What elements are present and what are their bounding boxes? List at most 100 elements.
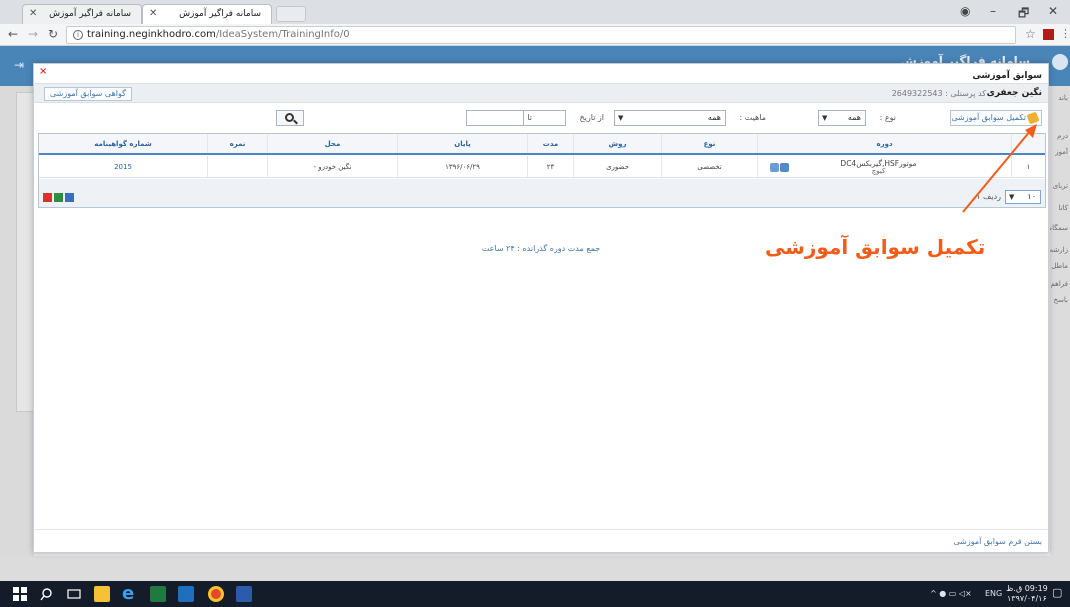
cell-end: ۱۳۹۶/۰۶/۲۹ xyxy=(397,156,527,177)
outlook-icon[interactable] xyxy=(178,586,194,602)
word-export-icon[interactable] xyxy=(65,193,74,202)
close-form-link[interactable]: بستن فرم سوابق آموزشی xyxy=(953,537,1042,546)
url-input[interactable]: i training.neginkhodro.com/IdeaSystem/Tra… xyxy=(66,26,1016,44)
cell-type: تخصصی xyxy=(661,156,757,177)
sidebar-item[interactable]: فراهم xyxy=(1050,280,1068,288)
col-end[interactable]: پایان xyxy=(397,134,527,153)
table-row[interactable]: ۱ موتورHSF,گیربکسDC4 کیوچ تخصصی حضوری ۲۴… xyxy=(39,156,1045,178)
address-bar: ← → ↻ i training.neginkhodro.com/IdeaSyst… xyxy=(0,24,1070,46)
back-icon[interactable]: ← xyxy=(8,27,18,41)
forward-icon[interactable]: → xyxy=(28,27,38,41)
chrome-icon[interactable] xyxy=(208,586,224,602)
sidebar-item[interactable]: آموز xyxy=(1055,148,1068,156)
clock[interactable]: 09:19 ق.ظ ۱۳۹۷/۰۴/۱۶ xyxy=(1006,584,1048,604)
table-pager: ۱۰ ▼ ردیف ۱ xyxy=(38,188,1046,208)
browser-tab-bar: ✕ سامانه فراگیر آموزش ✕ سامانه فراگیر آم… xyxy=(0,0,1070,24)
close-window-button[interactable]: ✕ xyxy=(1048,4,1058,18)
col-method[interactable]: روش xyxy=(573,134,661,153)
page-sidebar: باند درم آموز تربای کاتا سمگاه زارشه ماط… xyxy=(1050,86,1070,556)
type-select-value: همه xyxy=(847,113,861,122)
browser-tab[interactable]: ✕ سامانه فراگیر آموزش xyxy=(22,4,142,24)
annotation-arrow xyxy=(962,124,1037,213)
excel-export-icon[interactable] xyxy=(54,193,63,202)
chevron-down-icon: ▼ xyxy=(822,114,828,122)
sidebar-item[interactable]: کاتا xyxy=(1058,204,1068,212)
col-duration[interactable]: مدت xyxy=(527,134,573,153)
search-button[interactable] xyxy=(276,110,304,126)
task-view-icon[interactable] xyxy=(66,586,82,602)
page-footer xyxy=(0,556,1070,581)
annotation-label: تکمیل سوابق آموزشی xyxy=(765,235,986,259)
modal-title: سوابق آموزشی xyxy=(972,71,1042,81)
row-actions xyxy=(770,159,790,177)
to-date-label: تا xyxy=(527,113,532,122)
minimize-button[interactable]: – xyxy=(990,4,996,18)
sidebar-item[interactable]: سمگاه xyxy=(1050,224,1068,232)
language-indicator[interactable]: ENG xyxy=(985,589,1002,598)
site-logo xyxy=(1052,54,1068,70)
page-panel-edge xyxy=(16,92,34,412)
col-location[interactable]: محل xyxy=(267,134,397,153)
url-path: /IdeaSystem/TrainingInfo/0 xyxy=(215,29,350,40)
sidebar-item[interactable]: باند xyxy=(1058,94,1068,102)
cell-certificate: 2015 xyxy=(114,163,132,171)
pdf-export-icon[interactable] xyxy=(43,193,52,202)
reload-icon[interactable]: ↻ xyxy=(48,27,58,41)
browser-menu-icon[interactable]: ⋮ xyxy=(1060,27,1070,40)
modal-footer-divider xyxy=(34,529,1048,530)
sidebar-item[interactable]: ماطل xyxy=(1051,262,1068,270)
employee-code: کد پرسنلی : 2649322543 xyxy=(891,89,986,98)
certificate-button[interactable]: گواهی سوابق آموزشی xyxy=(44,87,132,101)
file-explorer-icon[interactable] xyxy=(94,586,110,602)
from-date-label: از تاریخ xyxy=(579,113,604,122)
search-icon[interactable] xyxy=(40,586,56,602)
sidebar-item[interactable]: باسخ xyxy=(1054,296,1068,304)
modal-close-icon[interactable]: × xyxy=(39,66,47,77)
cell-method: حضوری xyxy=(573,156,661,177)
pdf-extension-icon[interactable] xyxy=(1043,29,1054,40)
windows-start-icon[interactable] xyxy=(12,586,28,602)
sidebar-item[interactable]: تربای xyxy=(1053,182,1068,190)
cell-location: نگین خودرو - xyxy=(267,156,397,177)
col-type[interactable]: نوع xyxy=(661,134,757,153)
col-score[interactable]: نمره xyxy=(207,134,267,153)
restore-button[interactable]: 🗗 xyxy=(1018,4,1029,25)
sidebar-item[interactable]: زارشه xyxy=(1050,246,1068,254)
nature-select-value: همه xyxy=(707,113,721,122)
sidebar-item[interactable]: درم xyxy=(1057,132,1068,140)
url-host: training.neginkhodro.com xyxy=(87,29,216,40)
info-icon[interactable] xyxy=(780,163,789,172)
tab-close-icon[interactable]: ✕ xyxy=(29,5,37,23)
details-icon[interactable] xyxy=(770,163,779,172)
table-header: دوره نوع روش مدت پایان محل نمره شماره گو… xyxy=(39,134,1045,155)
word-icon[interactable] xyxy=(236,586,252,602)
cell-score xyxy=(207,156,267,177)
records-table: دوره نوع روش مدت پایان محل نمره شماره گو… xyxy=(38,133,1046,188)
notifications-icon[interactable]: ▢ xyxy=(1052,586,1062,599)
filter-row: تکمیل سوابق آموزشی نوع : همه ▼ ماهیت : ه… xyxy=(34,108,1048,130)
col-certificate[interactable]: شماره گواهینامه xyxy=(39,134,207,153)
clock-time: 09:19 ق.ظ xyxy=(1006,584,1048,593)
cell-duration: ۲۴ xyxy=(527,156,573,177)
taskbar: e ^ ● ▭ ◁× ENG 09:19 ق.ظ ۱۳۹۷/۰۴/۱۶ ▢ xyxy=(0,581,1070,607)
nature-label: ماهیت : xyxy=(739,113,766,122)
page-left-area xyxy=(0,86,34,556)
bookmark-star-icon[interactable]: ☆ xyxy=(1025,27,1036,41)
training-records-modal: × سوابق آموزشی نگین جعفری کد پرسنلی : 26… xyxy=(33,63,1049,553)
tab-title: سامانه فراگیر آموزش xyxy=(179,9,261,19)
edge-icon[interactable]: e xyxy=(122,585,138,603)
clock-date: ۱۳۹۷/۰۴/۱۶ xyxy=(1007,594,1047,603)
to-date-input[interactable] xyxy=(466,110,524,126)
tab-close-icon[interactable]: ✕ xyxy=(149,5,157,23)
new-tab-button[interactable] xyxy=(276,6,306,22)
browser-tab-active[interactable]: ✕ سامانه فراگیر آموزش xyxy=(142,4,272,24)
employee-info-row: نگین جعفری کد پرسنلی : 2649322543 گواهی … xyxy=(34,83,1048,103)
tray-icons[interactable]: ^ ● ▭ ◁× xyxy=(930,589,972,598)
expand-icon[interactable]: ⇥ xyxy=(14,58,24,72)
info-icon[interactable]: i xyxy=(73,30,83,40)
table-footer xyxy=(39,179,1045,188)
excel-icon[interactable] xyxy=(150,586,166,602)
type-select[interactable]: همه ▼ xyxy=(818,110,866,126)
account-icon[interactable]: ◉ xyxy=(960,4,970,18)
nature-select[interactable]: همه ▼ xyxy=(614,110,726,126)
